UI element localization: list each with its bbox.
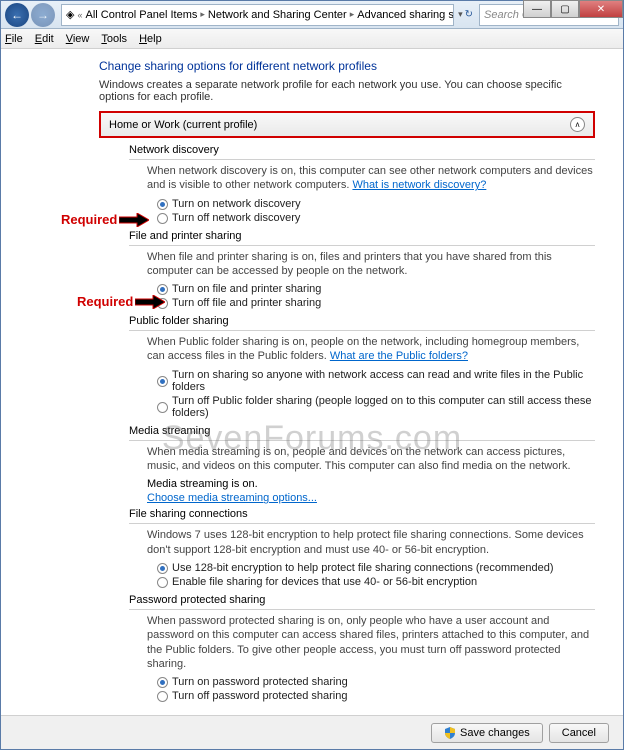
section-title: File and printer sharing: [129, 230, 595, 242]
shield-icon: [444, 727, 456, 739]
breadcrumb-item[interactable]: Network and Sharing Center: [208, 9, 347, 21]
radio-pw-on[interactable]: [157, 677, 168, 688]
menu-view[interactable]: View: [66, 33, 90, 45]
required-annotation: Required: [77, 294, 165, 309]
radio-net-off[interactable]: [157, 213, 168, 224]
forward-button[interactable]: →: [31, 3, 55, 27]
page-description: Windows creates a separate network profi…: [99, 79, 595, 103]
required-annotation: Required: [61, 212, 149, 227]
menu-tools[interactable]: Tools: [101, 33, 127, 45]
radio-enc-40[interactable]: [157, 577, 168, 588]
back-arrow-icon: ←: [11, 8, 23, 22]
section-desc: When media streaming is on, people and d…: [147, 445, 595, 474]
back-button[interactable]: ←: [5, 3, 29, 27]
breadcrumb-item[interactable]: All Control Panel Items: [85, 9, 197, 21]
forward-arrow-icon: →: [37, 8, 49, 22]
menu-file[interactable]: File: [5, 33, 23, 45]
section-desc: When Public folder sharing is on, people…: [147, 335, 595, 364]
section-desc: When network discovery is on, this compu…: [147, 164, 595, 193]
close-button[interactable]: ✕: [579, 0, 623, 18]
section-title: HomeGroup connections: [129, 708, 595, 709]
page-title: Change sharing options for different net…: [99, 59, 605, 73]
dropdown-icon[interactable]: ▾: [458, 9, 463, 20]
section-title: File sharing connections: [129, 508, 595, 520]
minimize-button[interactable]: ―: [523, 0, 551, 18]
section-title: Network discovery: [129, 144, 595, 156]
section-desc: When file and printer sharing is on, fil…: [147, 250, 595, 279]
chevron-up-icon[interactable]: ʌ: [570, 117, 585, 132]
menu-edit[interactable]: Edit: [35, 33, 54, 45]
menu-help[interactable]: Help: [139, 33, 162, 45]
profile-label: Home or Work (current profile): [109, 119, 257, 131]
section-title: Media streaming: [129, 425, 595, 437]
arrow-right-icon: [135, 295, 165, 309]
footer: Save changes Cancel: [1, 715, 623, 749]
section-title: Password protected sharing: [129, 594, 595, 606]
section-desc: Windows 7 uses 128-bit encryption to hel…: [147, 528, 595, 557]
radio-pf-off[interactable]: [157, 402, 168, 413]
refresh-icon[interactable]: ↻: [465, 9, 473, 20]
breadcrumb[interactable]: ◈ « All Control Panel Items ▸ Network an…: [61, 4, 454, 26]
breadcrumb-item[interactable]: Advanced sharing settings: [357, 9, 454, 21]
radio-enc-128[interactable]: [157, 563, 168, 574]
save-button[interactable]: Save changes: [431, 723, 543, 743]
radio-pf-on[interactable]: [157, 376, 168, 387]
arrow-right-icon: [119, 213, 149, 227]
breadcrumb-root-icon: ◈: [66, 8, 74, 21]
cancel-button[interactable]: Cancel: [549, 723, 609, 743]
network-discovery-link[interactable]: What is network discovery?: [352, 179, 486, 191]
radio-net-on[interactable]: [157, 199, 168, 210]
section-title: Public folder sharing: [129, 315, 595, 327]
public-folders-link[interactable]: What are the Public folders?: [330, 350, 468, 362]
radio-pw-off[interactable]: [157, 691, 168, 702]
section-desc: When password protected sharing is on, o…: [147, 614, 595, 671]
media-options-link[interactable]: Choose media streaming options...: [147, 492, 317, 504]
media-status: Media streaming is on.: [147, 478, 595, 490]
menubar: File Edit View Tools Help: [1, 29, 623, 49]
profile-header[interactable]: Home or Work (current profile) ʌ: [99, 111, 595, 138]
maximize-button[interactable]: ▢: [551, 0, 579, 18]
